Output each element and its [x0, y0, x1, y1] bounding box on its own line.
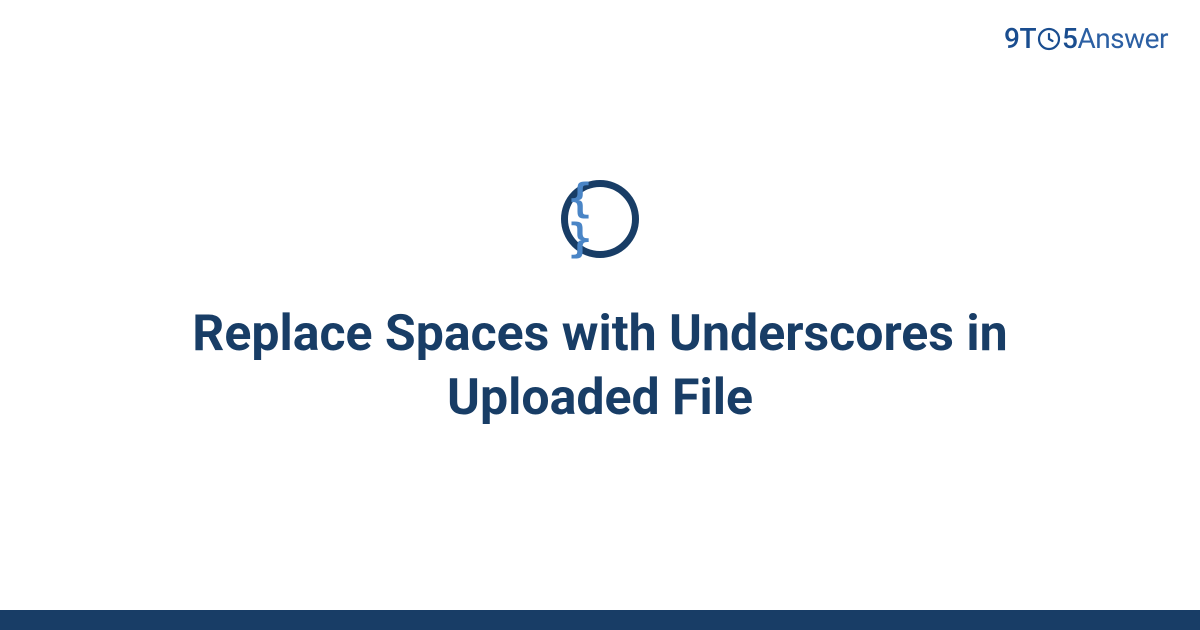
- footer-accent-bar: [0, 610, 1200, 630]
- code-braces-icon: { }: [568, 179, 632, 259]
- page-title: Replace Spaces with Underscores in Uploa…: [90, 302, 1110, 430]
- main-content: { } Replace Spaces with Underscores in U…: [0, 0, 1200, 610]
- category-badge: { }: [561, 180, 639, 258]
